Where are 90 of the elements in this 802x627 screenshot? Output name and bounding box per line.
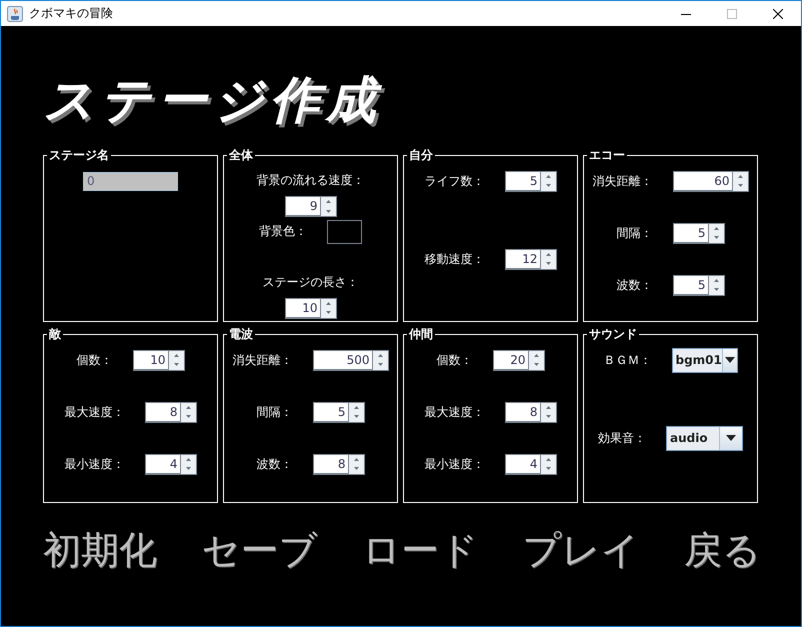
- spin-buttons[interactable]: [348, 454, 364, 474]
- group-title: 敵: [47, 326, 63, 342]
- field-label: 波数：: [616, 276, 652, 294]
- window-title: クボマキの冒険: [29, 5, 113, 22]
- down-arrow-icon: [738, 184, 742, 188]
- group-title: 自分: [407, 147, 435, 163]
- spin-buttons[interactable]: [732, 172, 748, 190]
- down-arrow-icon: [534, 363, 538, 366]
- down-arrow-icon: [714, 288, 718, 292]
- menu-button[interactable]: 戻る: [684, 527, 761, 573]
- down-arrow-icon: [326, 210, 330, 213]
- field-label: ＢＧＭ：: [604, 352, 652, 368]
- spin-buttons[interactable]: [540, 402, 556, 422]
- up-arrow-icon: [186, 406, 190, 409]
- field-label: 効果音：: [598, 430, 646, 446]
- field-label: 背景の流れる速度：: [256, 172, 364, 190]
- up-arrow-icon: [534, 354, 538, 357]
- spin-buttons[interactable]: [348, 402, 364, 422]
- spin-buttons[interactable]: [180, 454, 196, 474]
- menu-button[interactable]: ロード: [362, 527, 478, 573]
- group-title: サウンド: [587, 326, 639, 342]
- field-label: 波数：: [256, 456, 292, 472]
- field-label: 最大速度：: [424, 404, 484, 420]
- app-icon: [7, 6, 23, 22]
- field-label: 間隔：: [256, 404, 292, 420]
- spin-buttons[interactable]: [320, 298, 336, 318]
- field-label: 背景色：: [259, 223, 307, 240]
- down-arrow-icon: [546, 262, 550, 266]
- up-arrow-icon: [546, 406, 550, 409]
- field-label: 移動速度：: [424, 250, 484, 268]
- field-label: 消失距離：: [232, 352, 292, 368]
- field-label: 個数：: [76, 352, 112, 368]
- down-arrow-icon: [354, 415, 358, 418]
- down-arrow-icon: [714, 236, 718, 240]
- field-label: 最小速度：: [424, 456, 484, 472]
- up-arrow-icon: [714, 278, 718, 282]
- up-arrow-icon: [714, 226, 718, 230]
- down-arrow-icon: [174, 363, 178, 366]
- caret-icon: [726, 435, 736, 441]
- spin-buttons[interactable]: [540, 172, 556, 190]
- field-label: 最小速度：: [64, 456, 124, 472]
- menu-button[interactable]: 初期化: [43, 527, 157, 573]
- spin-buttons[interactable]: [540, 454, 556, 474]
- color-swatch[interactable]: [327, 220, 362, 244]
- group-title: ステージ名: [47, 147, 111, 163]
- group-title: 仲間: [407, 326, 435, 342]
- spin-buttons[interactable]: [180, 402, 196, 422]
- field-label: 間隔：: [616, 224, 652, 242]
- group-title: 電波: [227, 326, 255, 342]
- down-arrow-icon: [186, 415, 190, 418]
- down-arrow-icon: [546, 467, 550, 470]
- down-arrow-icon: [186, 467, 190, 470]
- spin-buttons[interactable]: [528, 350, 544, 370]
- up-arrow-icon: [326, 302, 330, 305]
- menu-button[interactable]: セーブ: [202, 527, 318, 573]
- name-field[interactable]: 0: [83, 172, 178, 190]
- up-arrow-icon: [174, 354, 178, 357]
- up-arrow-icon: [326, 200, 330, 204]
- maximize-icon: [727, 8, 737, 18]
- spin-buttons[interactable]: [708, 276, 724, 294]
- up-arrow-icon: [354, 458, 358, 461]
- caret-icon: [724, 357, 735, 363]
- field-label: ライフ数：: [424, 172, 484, 190]
- field-label: ステージの長さ：: [262, 274, 358, 292]
- page-heading: ステージ作成: [42, 70, 384, 131]
- down-arrow-icon: [378, 363, 382, 366]
- down-arrow-icon: [546, 184, 550, 188]
- spin-buttons[interactable]: [540, 250, 556, 268]
- menu-button[interactable]: プレイ: [522, 527, 640, 573]
- field-label: 消失距離：: [592, 172, 652, 190]
- up-arrow-icon: [546, 252, 550, 256]
- down-arrow-icon: [354, 467, 358, 470]
- close-icon: [773, 8, 783, 18]
- up-arrow-icon: [738, 174, 742, 178]
- up-arrow-icon: [546, 458, 550, 461]
- up-arrow-icon: [546, 174, 550, 178]
- up-arrow-icon: [354, 406, 358, 409]
- spin-buttons[interactable]: [320, 196, 336, 216]
- up-arrow-icon: [378, 354, 382, 357]
- field-label: 個数：: [436, 352, 472, 368]
- dropdown[interactable]: audio: [666, 426, 743, 450]
- spin-buttons[interactable]: [372, 350, 388, 370]
- down-arrow-icon: [326, 311, 330, 314]
- spin-buttons[interactable]: [708, 224, 724, 242]
- field-label: 最大速度：: [64, 404, 124, 420]
- dropdown[interactable]: bgm01: [672, 348, 738, 372]
- group-title: 全体: [227, 147, 255, 163]
- up-arrow-icon: [186, 458, 190, 461]
- down-arrow-icon: [546, 415, 550, 418]
- spin-buttons[interactable]: [168, 350, 184, 370]
